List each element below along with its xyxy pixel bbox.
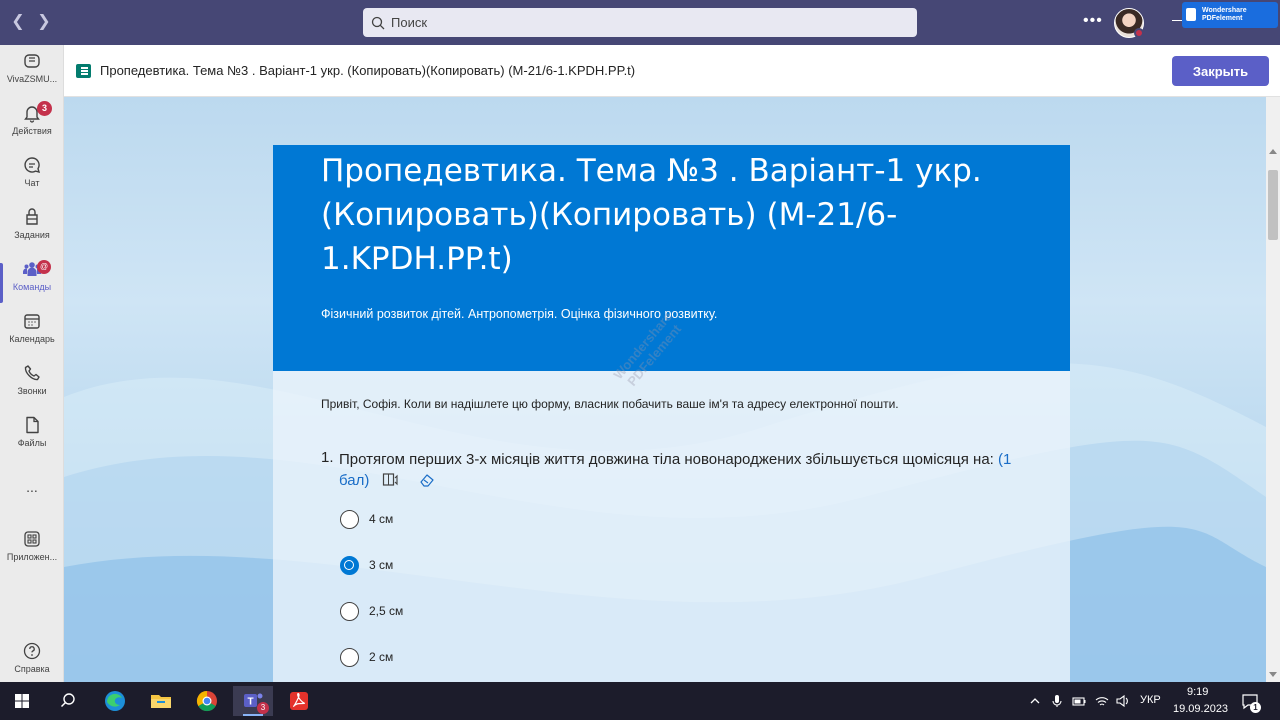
- forward-arrow-icon[interactable]: ❯: [34, 12, 54, 32]
- option-radio-1[interactable]: 4 см: [340, 508, 393, 530]
- eraser-icon[interactable]: [418, 472, 436, 488]
- radio-button-selected[interactable]: [340, 555, 359, 575]
- question-label: Протягом перших 3-х місяців життя довжин…: [339, 451, 994, 468]
- scrollbar-thumb[interactable]: [1268, 170, 1278, 240]
- teams-mention-badge: @: [37, 260, 51, 274]
- rail-item-more[interactable]: ...: [0, 473, 64, 501]
- option-radio-2[interactable]: 3 см: [340, 554, 393, 576]
- edge-icon: [105, 691, 125, 711]
- search-input[interactable]: Поиск: [363, 8, 917, 37]
- acrobat-icon: [290, 692, 308, 710]
- file-icon: [26, 416, 39, 434]
- taskbar-teams[interactable]: T 3: [233, 686, 273, 716]
- rail-item-help[interactable]: Справка: [0, 635, 64, 687]
- rail-label: Календарь: [9, 334, 55, 344]
- pdfelement-badge[interactable]: Wondershare PDFelement: [1182, 2, 1278, 28]
- search-placeholder: Поиск: [391, 15, 428, 30]
- presence-status-icon: [1134, 28, 1144, 38]
- apps-icon: [24, 531, 40, 547]
- windows-start-button[interactable]: [2, 686, 42, 716]
- rail-item-teams[interactable]: Команды: [0, 253, 64, 305]
- app-rail: VivaZSMU... Действия Чат Задания Команды…: [0, 45, 64, 682]
- title-bar: ❮ ❯ Поиск ••• Wondershare PDFelement: [0, 0, 1280, 45]
- pdfelement-badge-line1: Wondershare: [1202, 7, 1247, 14]
- option-label: 2 см: [369, 650, 394, 664]
- rail-label: Приложен...: [6, 552, 58, 562]
- radio-button[interactable]: [340, 647, 359, 667]
- taskbar-edge[interactable]: [95, 686, 135, 716]
- file-explorer-icon: [151, 695, 171, 708]
- svg-text:T: T: [247, 697, 253, 708]
- rail-label: Звонки: [17, 386, 47, 396]
- rail-label: Задания: [14, 230, 50, 240]
- rail-item-activity[interactable]: Действия: [0, 97, 64, 149]
- question-text: Протягом перших 3-х місяців життя довжин…: [339, 449, 1039, 491]
- windows-start-icon: [15, 694, 29, 708]
- chrome-icon: [196, 690, 217, 712]
- phone-icon: [24, 365, 40, 381]
- rail-label: Команды: [12, 282, 52, 292]
- chat-icon: [24, 157, 41, 173]
- question-number: 1.: [321, 449, 334, 466]
- immersive-reader-icon[interactable]: [382, 472, 400, 488]
- rail-item-chat[interactable]: Чат: [0, 149, 64, 201]
- option-label: 3 см: [369, 558, 394, 572]
- activity-badge: 3: [37, 101, 52, 116]
- chevron-up-icon[interactable]: [1028, 694, 1042, 708]
- battery-icon[interactable]: [1072, 694, 1086, 708]
- wifi-icon[interactable]: [1095, 694, 1109, 708]
- taskbar-search-button[interactable]: [48, 686, 88, 716]
- scrollbar[interactable]: [1266, 145, 1280, 682]
- search-icon: [371, 16, 385, 29]
- notification-count: 1: [1250, 702, 1261, 713]
- language-indicator[interactable]: УКР: [1140, 694, 1161, 706]
- clock-time[interactable]: 9:19: [1187, 686, 1208, 698]
- more-options-icon[interactable]: •••: [1083, 12, 1103, 30]
- option-radio-3[interactable]: 2,5 см: [340, 600, 403, 622]
- calendar-icon: [24, 314, 40, 329]
- option-label: 4 см: [369, 512, 394, 526]
- rail-active-indicator: [0, 263, 3, 303]
- app-header: Пропедевтика. Тема №3 . Варіант-1 укр. (…: [64, 45, 1280, 97]
- option-radio-4[interactable]: 2 см: [340, 646, 393, 668]
- scroll-down-arrow-icon[interactable]: [1269, 672, 1277, 677]
- form-title: Пропедевтика. Тема №3 . Варіант-1 укр. (…: [321, 153, 982, 277]
- microphone-icon[interactable]: [1050, 694, 1064, 708]
- volume-icon[interactable]: [1116, 694, 1130, 708]
- rail-label: Файлы: [17, 438, 47, 448]
- help-icon: [23, 642, 41, 660]
- more-icon: ...: [26, 479, 38, 495]
- rail-label: Действия: [12, 126, 52, 136]
- rail-item-apps[interactable]: Приложен...: [0, 523, 64, 575]
- radio-button[interactable]: [340, 509, 359, 529]
- scroll-up-arrow-icon[interactable]: [1269, 149, 1277, 154]
- rail-item-calls[interactable]: Звонки: [0, 357, 64, 409]
- pdfelement-badge-line2: PDFelement: [1202, 15, 1243, 22]
- taskbar-chrome[interactable]: [187, 686, 227, 716]
- rail-item-calendar[interactable]: Календарь: [0, 305, 64, 357]
- rail-item-assignments[interactable]: Задания: [0, 201, 64, 253]
- option-label: 2,5 см: [369, 604, 404, 618]
- rail-item-files[interactable]: Файлы: [0, 409, 64, 461]
- page-title: Пропедевтика. Тема №3 . Варіант-1 укр. (…: [100, 63, 636, 78]
- teams-taskbar-badge: 3: [257, 702, 269, 714]
- viva-icon: [24, 54, 40, 68]
- taskbar-file-explorer[interactable]: [141, 686, 181, 716]
- taskbar: T 3 УКР 9:19 19.09.2023 1: [0, 682, 1280, 720]
- rail-item-viva[interactable]: VivaZSMU...: [0, 45, 64, 97]
- form-body: Привіт, Софія. Коли ви надішлете цю форм…: [273, 371, 1070, 682]
- clock-date[interactable]: 19.09.2023: [1173, 703, 1228, 715]
- back-arrow-icon[interactable]: ❮: [8, 12, 28, 32]
- radio-button[interactable]: [340, 601, 359, 621]
- forms-icon: [76, 64, 91, 78]
- rail-label: VivaZSMU...: [6, 74, 58, 84]
- rail-label: Справка: [14, 664, 50, 674]
- pdfelement-logo-icon: [1186, 8, 1196, 21]
- taskbar-acrobat[interactable]: [279, 686, 319, 716]
- rail-label: Чат: [24, 178, 40, 188]
- search-icon: [60, 693, 75, 708]
- assignments-icon: [26, 208, 38, 225]
- close-button[interactable]: Закрыть: [1172, 56, 1269, 86]
